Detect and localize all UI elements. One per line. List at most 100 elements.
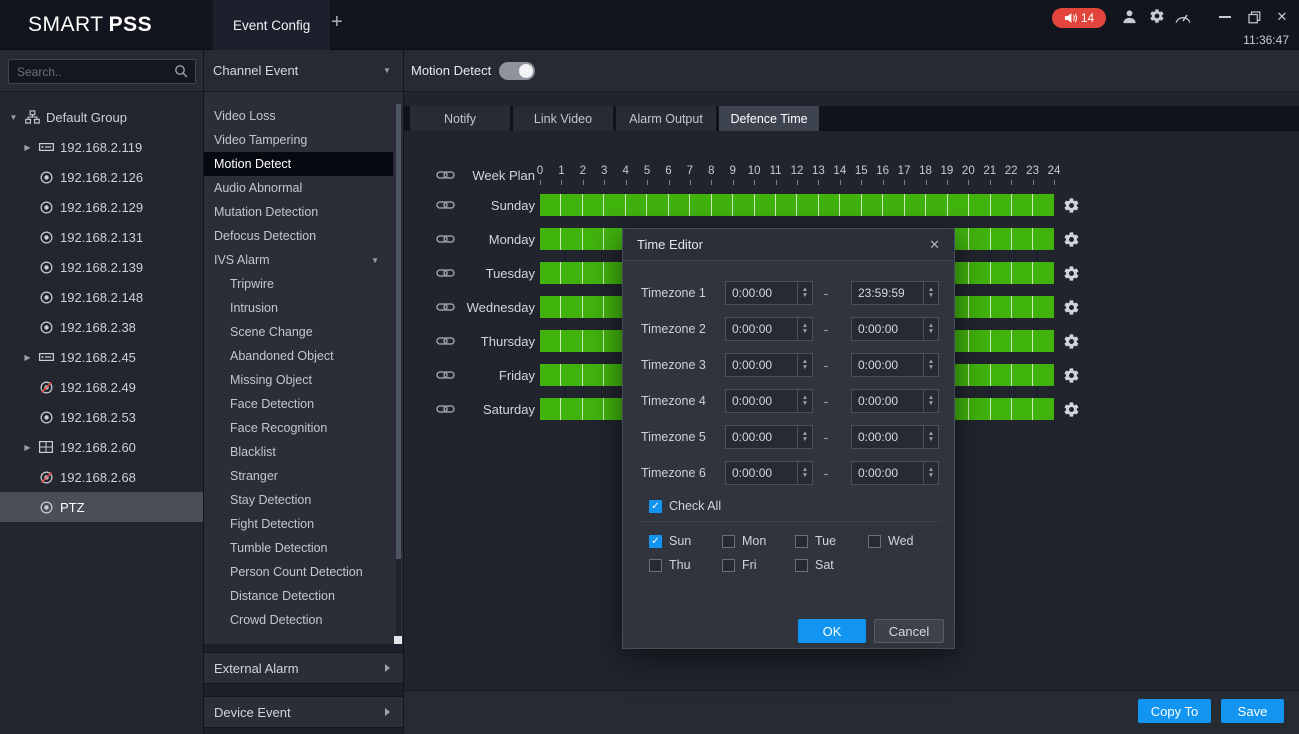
time-segment[interactable]: [776, 194, 796, 216]
spinner-arrows[interactable]: ▲▼: [797, 426, 812, 448]
link-icon[interactable]: [436, 267, 455, 279]
device-item[interactable]: ▶192.168.2.126: [0, 162, 203, 192]
device-item[interactable]: ▶192.168.2.60: [0, 432, 203, 462]
event-item[interactable]: Abandoned Object: [204, 344, 393, 368]
user-icon[interactable]: [1122, 9, 1137, 24]
spinner-arrows[interactable]: ▲▼: [923, 426, 938, 448]
time-segment[interactable]: [948, 194, 968, 216]
event-item[interactable]: Face Detection: [204, 392, 393, 416]
time-segment[interactable]: [583, 330, 603, 352]
alarm-badge[interactable]: 14: [1052, 8, 1106, 28]
performance-gauge-icon[interactable]: [1174, 10, 1192, 24]
link-icon[interactable]: [436, 233, 455, 245]
device-item[interactable]: ▶192.168.2.38: [0, 312, 203, 342]
link-icon[interactable]: [436, 369, 455, 381]
chevron-down-icon[interactable]: ▼: [383, 66, 391, 75]
time-segment[interactable]: [1012, 228, 1032, 250]
time-segment[interactable]: [540, 364, 560, 386]
event-item[interactable]: Fight Detection: [204, 512, 393, 536]
time-segment[interactable]: [991, 194, 1011, 216]
spinner-arrows[interactable]: ▲▼: [797, 462, 812, 484]
spinner-down-icon[interactable]: ▼: [928, 401, 934, 407]
day-checkbox-fri[interactable]: Fri: [722, 553, 795, 577]
event-item[interactable]: Audio Abnormal: [204, 176, 393, 200]
settings-gear-icon[interactable]: [1149, 8, 1165, 24]
time-segment[interactable]: [755, 194, 775, 216]
time-segment[interactable]: [926, 194, 946, 216]
time-segment[interactable]: [561, 364, 581, 386]
time-input[interactable]: 0:00:00▲▼: [851, 317, 939, 341]
spinner-arrows[interactable]: ▲▼: [797, 318, 812, 340]
time-segment[interactable]: [561, 330, 581, 352]
time-segment[interactable]: [561, 228, 581, 250]
device-item[interactable]: ▶192.168.2.129: [0, 192, 203, 222]
maximize-button[interactable]: [1245, 8, 1263, 26]
time-segment[interactable]: [583, 228, 603, 250]
event-item[interactable]: Stranger: [204, 464, 393, 488]
scrollbar-thumb[interactable]: [396, 104, 401, 559]
time-segment[interactable]: [840, 194, 860, 216]
spinner-arrows[interactable]: ▲▼: [923, 462, 938, 484]
time-segment[interactable]: [905, 194, 925, 216]
cancel-button[interactable]: Cancel: [874, 619, 944, 643]
time-segment[interactable]: [647, 194, 667, 216]
time-segment[interactable]: [991, 398, 1011, 420]
search-icon[interactable]: [174, 64, 188, 81]
time-input[interactable]: 0:00:00▲▼: [851, 389, 939, 413]
gear-icon[interactable]: [1063, 265, 1080, 282]
time-segment[interactable]: [1012, 364, 1032, 386]
time-segment[interactable]: [583, 194, 603, 216]
event-item[interactable]: IVS Alarm▼: [204, 248, 393, 272]
channel-event-dropdown[interactable]: Channel Event: [213, 63, 298, 78]
close-button[interactable]: ✕: [1273, 8, 1291, 26]
spinner-arrows[interactable]: ▲▼: [797, 390, 812, 412]
device-item[interactable]: ▶192.168.2.131: [0, 222, 203, 252]
time-segment[interactable]: [969, 228, 989, 250]
device-group[interactable]: ▼ Default Group: [0, 102, 203, 132]
copy-to-button[interactable]: Copy To: [1138, 699, 1211, 723]
spinner-down-icon[interactable]: ▼: [928, 329, 934, 335]
defence-time-bar[interactable]: [540, 194, 1054, 216]
time-segment[interactable]: [540, 330, 560, 352]
time-input[interactable]: 0:00:00▲▼: [725, 389, 813, 413]
event-item[interactable]: Missing Object: [204, 368, 393, 392]
time-segment[interactable]: [969, 398, 989, 420]
event-item[interactable]: Scene Change: [204, 320, 393, 344]
time-segment[interactable]: [1012, 262, 1032, 284]
time-segment[interactable]: [561, 194, 581, 216]
time-input[interactable]: 0:00:00▲▼: [725, 317, 813, 341]
time-segment[interactable]: [969, 364, 989, 386]
time-segment[interactable]: [583, 262, 603, 284]
time-input[interactable]: 0:00:00▲▼: [725, 353, 813, 377]
time-segment[interactable]: [991, 262, 1011, 284]
time-segment[interactable]: [1033, 330, 1053, 352]
gear-icon[interactable]: [1063, 333, 1080, 350]
time-input[interactable]: 0:00:00▲▼: [851, 353, 939, 377]
time-segment[interactable]: [561, 262, 581, 284]
event-item[interactable]: Crowd Detection: [204, 608, 393, 632]
gear-icon[interactable]: [1063, 401, 1080, 418]
time-input[interactable]: 0:00:00▲▼: [851, 461, 939, 485]
spinner-down-icon[interactable]: ▼: [802, 365, 808, 371]
day-checkbox-sat[interactable]: Sat: [795, 553, 868, 577]
event-item[interactable]: Tripwire: [204, 272, 393, 296]
day-checkbox-sun[interactable]: ✓Sun: [649, 529, 722, 553]
time-segment[interactable]: [1012, 194, 1032, 216]
dialog-close-icon[interactable]: ✕: [929, 237, 940, 253]
event-item[interactable]: Person Count Detection: [204, 560, 393, 584]
time-segment[interactable]: [540, 398, 560, 420]
time-input[interactable]: 23:59:59▲▼: [851, 281, 939, 305]
link-icon[interactable]: [436, 403, 455, 415]
time-segment[interactable]: [669, 194, 689, 216]
event-item[interactable]: Tumble Detection: [204, 536, 393, 560]
time-segment[interactable]: [1033, 194, 1053, 216]
add-tab-button[interactable]: +: [331, 11, 343, 34]
time-segment[interactable]: [969, 330, 989, 352]
event-item[interactable]: Blacklist: [204, 440, 393, 464]
save-button[interactable]: Save: [1221, 699, 1284, 723]
time-segment[interactable]: [561, 296, 581, 318]
time-input[interactable]: 0:00:00▲▼: [725, 461, 813, 485]
spinner-down-icon[interactable]: ▼: [802, 401, 808, 407]
spinner-down-icon[interactable]: ▼: [928, 473, 934, 479]
gear-icon[interactable]: [1063, 197, 1080, 214]
